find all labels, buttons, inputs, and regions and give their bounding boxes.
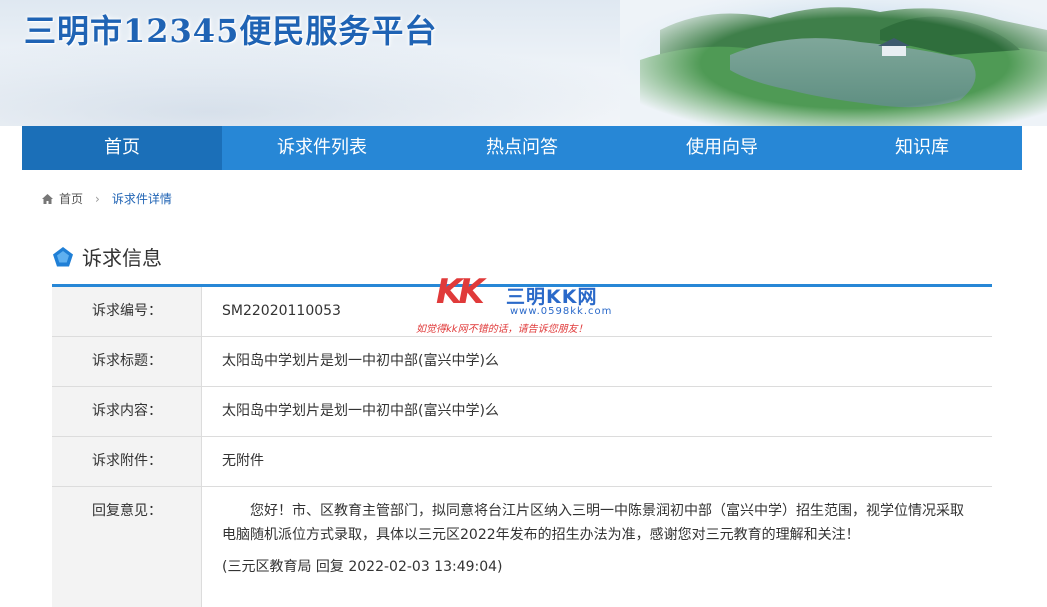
chevron-right-icon: › <box>95 191 100 206</box>
reply-value: 您好！市、区教育主管部门，拟同意将台江片区纳入三明一中陈景润初中部（富兴中学）招… <box>202 487 992 607</box>
main-nav: 首页 诉求件列表 热点问答 使用向导 知识库 <box>22 126 1022 170</box>
content-label: 诉求内容： <box>52 387 202 436</box>
nav-item-home[interactable]: 首页 <box>22 126 222 170</box>
content-value: 太阳岛中学划片是划一中初中部(富兴中学)么 <box>222 403 499 419</box>
content-panel: 首页 › 诉求件详情 诉求信息 诉求编号： SM22020110053 诉求标题… <box>22 170 1022 607</box>
section-title: 诉求信息 <box>82 246 162 270</box>
watermark-note: 如觉得kk网不错的话，请告诉您朋友！ <box>416 324 588 335</box>
table-row-reply: 回复意见： 您好！市、区教育主管部门，拟同意将台江片区纳入三明一中陈景润初中部（… <box>52 487 992 607</box>
attachment-label: 诉求附件： <box>52 437 202 486</box>
table-row-content: 诉求内容： 太阳岛中学划片是划一中初中部(富兴中学)么 <box>52 387 992 437</box>
breadcrumb-current[interactable]: 诉求件详情 <box>112 190 172 207</box>
home-icon <box>42 193 53 204</box>
breadcrumb-home-link[interactable]: 首页 <box>59 190 83 207</box>
reply-signature: (三元区教育局 回复 2022-02-03 13:49:04) <box>222 559 503 575</box>
landscape-illustration <box>620 0 1047 126</box>
banner-mist <box>0 40 700 126</box>
watermark-url: www.0598kk.com <box>510 306 613 317</box>
reply-label: 回复意见： <box>52 487 202 607</box>
title-label: 诉求标题： <box>52 337 202 386</box>
title-value: 太阳岛中学划片是划一中初中部(富兴中学)么 <box>222 353 499 369</box>
attachment-value: 无附件 <box>222 453 264 469</box>
nav-item-hot-qa[interactable]: 热点问答 <box>422 126 622 170</box>
nav-item-knowledge-base[interactable]: 知识库 <box>822 126 1022 170</box>
reply-text: 您好！市、区教育主管部门，拟同意将台江片区纳入三明一中陈景润初中部（富兴中学）招… <box>222 503 964 543</box>
watermark-logo: KK <box>436 272 485 312</box>
table-row-title: 诉求标题： 太阳岛中学划片是划一中初中部(富兴中学)么 <box>52 337 992 387</box>
section-heading: 诉求信息 <box>52 242 162 271</box>
breadcrumb: 首页 › 诉求件详情 <box>42 190 172 207</box>
watermark-name: 三明KK网 <box>506 286 598 308</box>
nav-item-request-list[interactable]: 诉求件列表 <box>222 126 422 170</box>
site-title[interactable]: 三明市12345便民服务平台 <box>24 6 437 52</box>
pentagon-icon <box>53 246 73 266</box>
header-banner: 三明市12345便民服务平台 <box>0 0 1047 126</box>
number-label: 诉求编号： <box>52 287 202 336</box>
site-watermark: KK 三明KK网 www.0598kk.com 如觉得kk网不错的话，请告诉您朋… <box>416 272 656 335</box>
nav-item-guide[interactable]: 使用向导 <box>622 126 822 170</box>
table-row-attachment: 诉求附件： 无附件 <box>52 437 992 487</box>
